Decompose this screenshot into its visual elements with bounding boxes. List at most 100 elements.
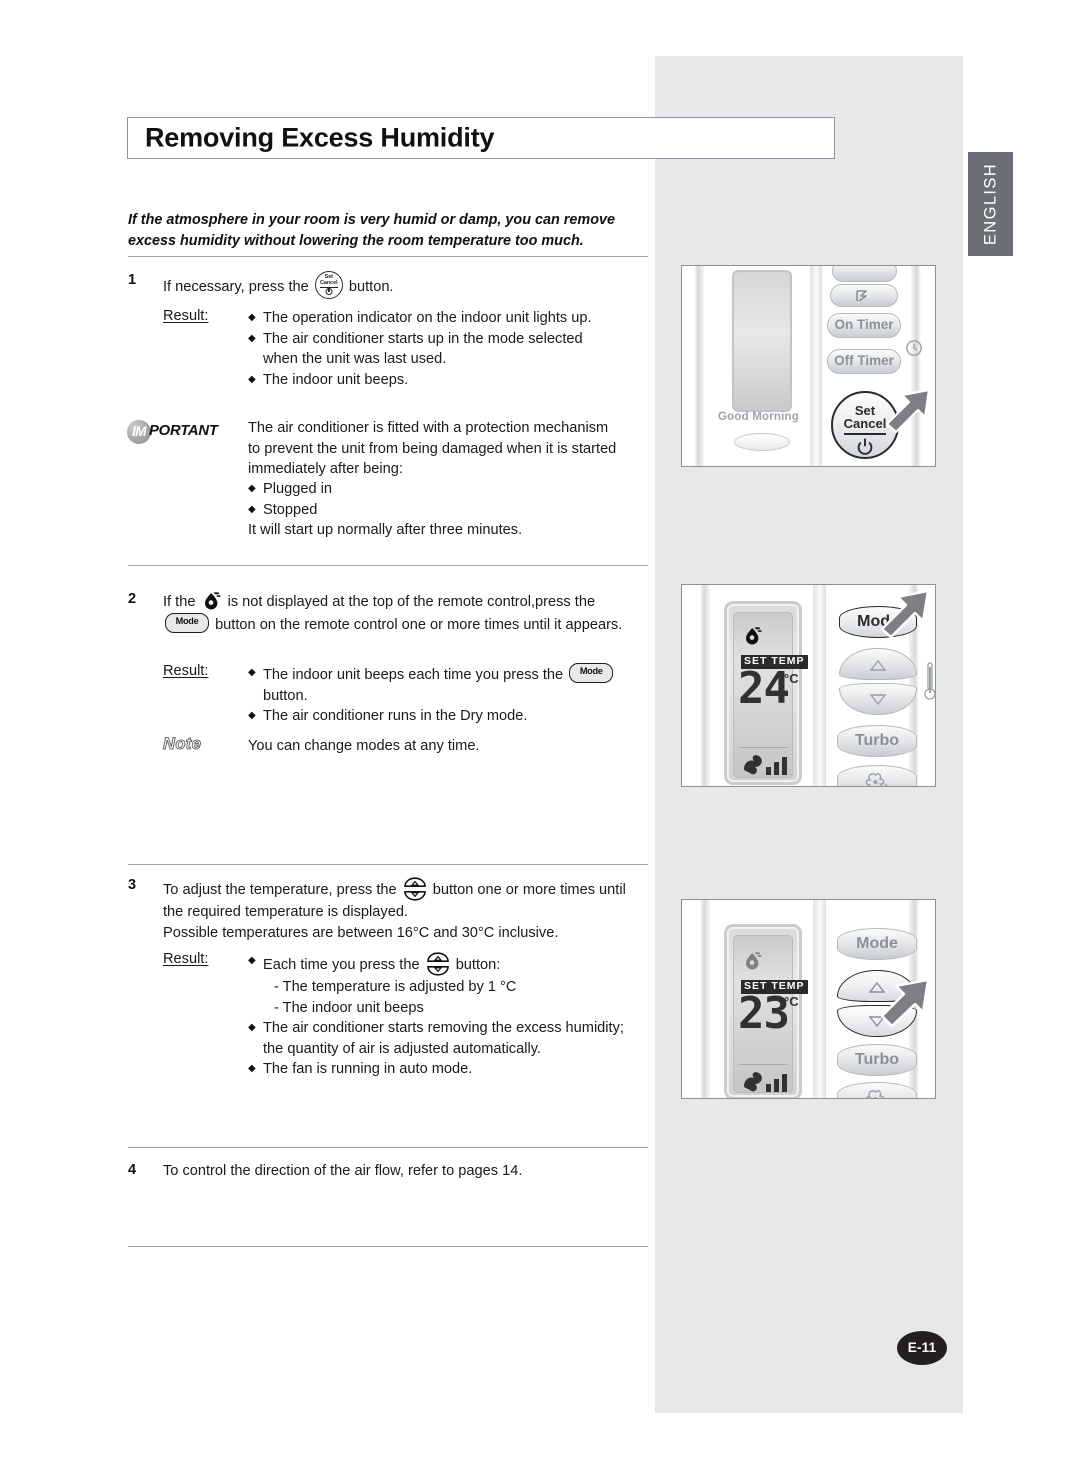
figure-remote-temp-button: SET TEMP 23 °C Mode Turbo xyxy=(681,899,936,1099)
page-title-box: Removing Excess Humidity xyxy=(127,117,835,159)
list-item: The air conditioner runs in the Dry mode… xyxy=(248,706,648,727)
power-icon xyxy=(857,438,873,455)
lcd-screen: SET TEMP 24 °C xyxy=(724,601,808,785)
step-2-number: 2 xyxy=(128,591,137,607)
step-1-text-before: If necessary, press the xyxy=(163,279,309,295)
lcd-divider xyxy=(739,1064,787,1066)
swing-button-top-partial[interactable] xyxy=(832,266,897,282)
important-line-1: The air conditioner is fitted with a pro… xyxy=(248,420,609,436)
remote-left-edge xyxy=(700,585,710,786)
dry-mode-icon xyxy=(202,590,222,612)
fan-icon xyxy=(865,1090,885,1098)
list-item: The air conditioner starts up in the mod… xyxy=(248,329,648,350)
list-item: Each time you press the button: xyxy=(248,951,648,977)
triangle-down-icon xyxy=(869,694,887,706)
step-2-text-c: button on the remote control one or more… xyxy=(215,616,623,633)
turbo-button[interactable]: Turbo xyxy=(837,1044,917,1076)
important-line-2: to prevent the unit from being damaged w… xyxy=(248,440,617,457)
temp-updown-button-icon xyxy=(403,876,427,902)
temp-updown-button-icon xyxy=(426,951,450,977)
pointer-arrow-icon xyxy=(880,978,930,1028)
page-title: Removing Excess Humidity xyxy=(145,122,495,153)
fan-speed-button[interactable] xyxy=(837,765,917,786)
divider-3 xyxy=(128,864,648,865)
note-badge: Note xyxy=(162,735,202,754)
mode-button-icon: Mode xyxy=(165,612,209,633)
list-sub-item: - The indoor unit beeps xyxy=(274,999,424,1016)
step-2-text-a: If the xyxy=(163,594,196,610)
step-1-results: The operation indicator on the indoor un… xyxy=(248,308,648,390)
language-tab-english: ENGLISH xyxy=(968,152,1013,256)
step-3-instruction: To adjust the temperature, press the but… xyxy=(163,876,641,943)
step-1-text-after: button. xyxy=(348,279,394,295)
important-badge-circle: IM xyxy=(127,420,151,444)
step-4-number: 4 xyxy=(128,1162,137,1178)
remote-left-edge xyxy=(694,266,704,466)
important-body: The air conditioner is fitted with a pro… xyxy=(248,418,648,480)
dry-mode-icon xyxy=(746,952,762,970)
step-3-result-label: Result: xyxy=(163,951,209,967)
list-item: The fan is running in auto mode. xyxy=(248,1059,648,1080)
list-sub-item: - The temperature is adjusted by 1 °C xyxy=(274,979,517,995)
lcd-divider xyxy=(739,747,787,749)
list-item: The operation indicator on the indoor un… xyxy=(248,308,648,329)
step-2-result-label: Result: xyxy=(163,663,209,679)
pointer-arrow-icon xyxy=(885,388,931,434)
language-tab-label: ENGLISH xyxy=(981,162,999,246)
triangle-up-icon xyxy=(869,659,887,671)
list-item: Plugged in xyxy=(248,479,648,500)
step-2-results: The indoor unit beeps each time you pres… xyxy=(248,663,648,727)
list-item: The indoor unit beeps each time you pres… xyxy=(248,663,648,706)
lcd-inner: SET TEMP 23 °C xyxy=(733,935,808,1093)
step-2-instruction: If the is not displayed at the top of th… xyxy=(163,590,641,635)
important-bullets: Plugged in Stopped xyxy=(248,479,648,520)
important-badge-label: PORTANT xyxy=(149,423,218,439)
step-2-result-1-a: The indoor unit beeps each time you pres… xyxy=(263,667,564,683)
divider-5 xyxy=(128,1246,648,1247)
list-item: The indoor unit beeps. xyxy=(248,370,648,391)
step-2-text-b: is not displayed at the top of the remot… xyxy=(227,594,596,610)
step-1-instruction: If necessary, press the Set Cancel button… xyxy=(163,271,633,299)
important-badge-circle-label: IM xyxy=(132,424,146,439)
figure-remote-mode-button: SET TEMP 24 °C Mode Turbo xyxy=(681,584,936,787)
turbo-label: Turbo xyxy=(854,1051,900,1068)
step-3-number: 3 xyxy=(128,877,137,893)
page-number-badge: E-11 xyxy=(897,1331,947,1365)
lcd-temperature: 24 xyxy=(738,663,790,714)
on-timer-button[interactable]: On Timer xyxy=(827,313,901,338)
note-text: You can change modes at any time. xyxy=(248,738,480,754)
off-timer-label: Off Timer xyxy=(834,353,894,368)
mode-button[interactable]: Mode xyxy=(837,928,917,960)
off-timer-button[interactable]: Off Timer xyxy=(827,349,901,374)
divider-1 xyxy=(128,256,648,257)
step-3-line-2: the required temperature is displayed. xyxy=(163,904,408,920)
turbo-button[interactable]: Turbo xyxy=(837,725,917,757)
important-line-3: immediately after being: xyxy=(248,461,403,477)
important-badge: IM PORTANT xyxy=(127,419,245,445)
turbo-label: Turbo xyxy=(854,732,900,749)
list-item: Stopped xyxy=(248,500,648,521)
step-3-text-a: To adjust the temperature, press the xyxy=(163,882,397,898)
good-morning-label: Good Morning xyxy=(718,411,799,423)
lcd-temperature-unit: °C xyxy=(784,994,799,1009)
fan-speed-button[interactable] xyxy=(837,1082,917,1098)
dry-mode-icon xyxy=(746,627,762,645)
set-cancel-divider xyxy=(844,433,886,435)
step-3-result-1-a: Each time you press the xyxy=(263,957,420,973)
mode-label: Mode xyxy=(856,935,898,952)
step-3-line-3: Possible temperatures are between 16°C a… xyxy=(163,924,559,941)
lcd-screen: SET TEMP 23 °C xyxy=(724,924,808,1098)
air-swing-button[interactable] xyxy=(830,284,898,307)
remote-left-edge xyxy=(700,900,710,1098)
remote-center-divider xyxy=(813,900,826,1098)
step-1-number: 1 xyxy=(128,272,137,288)
clock-icon xyxy=(906,340,922,356)
divider-2 xyxy=(128,565,648,566)
step-1-result-label: Result: xyxy=(163,308,209,324)
list-item: The air conditioner starts removing the … xyxy=(248,1018,648,1039)
step-3-result-1-b: button: xyxy=(455,957,501,973)
list-item-continuation: when the unit was last used. xyxy=(263,351,447,367)
fan-speed-bars-icon xyxy=(744,1072,787,1092)
page-number-label: E-11 xyxy=(907,1340,937,1355)
remote-center-divider xyxy=(813,585,826,786)
